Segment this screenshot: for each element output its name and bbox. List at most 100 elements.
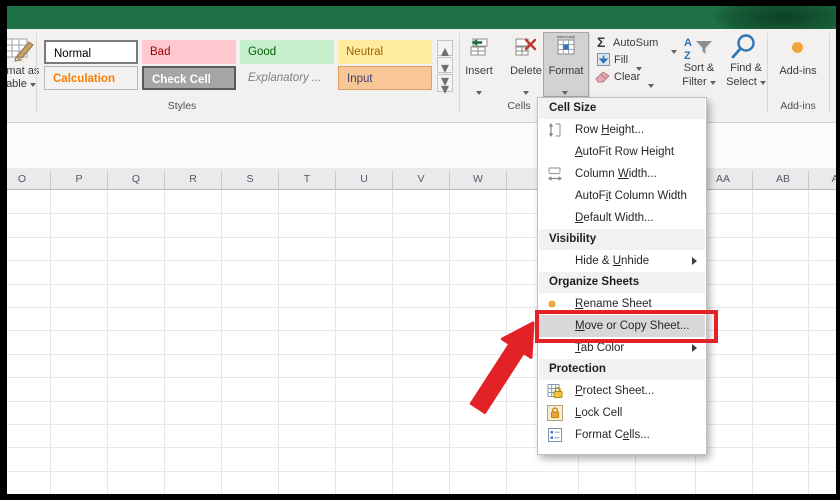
style-explanatory[interactable]: Explanatory ... [240,66,334,90]
style-bad[interactable]: Bad [142,40,236,64]
gridline-vertical [808,190,809,494]
format-as-table-label-line2[interactable]: able [7,78,49,90]
column-header-q[interactable]: Q [132,168,140,190]
ribbon: rmat as able NormalBadGoodNeutral Calcula… [7,29,836,123]
protect-sheet-icon [547,383,563,399]
title-bar [7,6,836,29]
column-header-ab[interactable]: AB [776,168,790,190]
sort-filter-icon: A Z [683,35,715,63]
menu-section-protection: Protection [539,359,705,380]
gridline-vertical [164,190,165,494]
gridline-horizontal [7,377,836,378]
menu-item-hide-unhide[interactable]: Hide & Unhide [539,250,705,272]
autosum-sigma-icon: Σ [597,34,610,50]
gridline-vertical [392,190,393,494]
gridline-vertical [278,190,279,494]
menu-item-lock-cell[interactable]: Lock Cell [539,402,705,424]
column-divider [164,171,165,190]
format-button[interactable]: Format [541,65,591,78]
add-ins-group-label: Add-ins [773,99,823,113]
style-normal[interactable]: Normal [44,40,138,64]
column-divider [506,171,507,190]
format-dropdown-menu: Cell SizeRow Height...AutoFit Row Height… [537,97,707,455]
gridline-horizontal [7,284,836,285]
lock-icon [547,405,563,421]
column-divider [752,171,753,190]
column-width-icon [547,166,563,182]
style-neutral[interactable]: Neutral [338,40,432,64]
group-separator [829,33,830,113]
column-header-aa[interactable]: AA [716,168,730,190]
menu-item-autofit-column-width[interactable]: AutoFit Column Width [539,185,705,207]
column-header-r[interactable]: R [189,168,197,190]
gridline-vertical [335,190,336,494]
gridline-vertical [449,190,450,494]
column-divider [449,171,450,190]
autosum-button[interactable]: AutoSum [613,37,658,49]
clear-dropdown-chevron[interactable] [648,75,654,93]
svg-text:A: A [684,37,692,49]
insert-button[interactable]: Insert [454,65,504,78]
gallery-more-button[interactable]: ▾▾ [437,74,453,92]
format-cells-icon [547,427,563,443]
gallery-scroll-down-button[interactable]: ▾ [437,57,453,73]
menu-section-organize-sheets: Organize Sheets [539,272,705,293]
column-divider [278,171,279,190]
menu-section-visibility: Visibility [539,229,705,250]
gridline-horizontal [7,424,836,425]
menu-item-default-width[interactable]: Default Width... [539,207,705,229]
fill-button[interactable]: Fill [614,54,628,66]
column-divider [392,171,393,190]
column-divider [335,171,336,190]
style-calculation[interactable]: Calculation [44,66,138,90]
column-header-p[interactable]: P [75,168,82,190]
column-divider [107,171,108,190]
menu-item-format-cells[interactable]: Format Cells... [539,424,705,446]
gridline-horizontal [7,213,836,214]
column-divider [50,171,51,190]
blank-strip [7,123,836,168]
insert-dropdown-chevron[interactable] [476,82,482,100]
row-height-icon [547,122,563,138]
gridline-horizontal [7,447,836,448]
menu-item-column-width[interactable]: Column Width... [539,163,705,185]
style-input[interactable]: Input [338,66,432,90]
gridline-horizontal [7,471,836,472]
menu-section-cell-size: Cell Size [539,98,705,119]
style-good[interactable]: Good [240,40,334,64]
column-header-u[interactable]: U [360,168,368,190]
column-header-s[interactable]: S [246,168,253,190]
annotation-red-box [535,310,718,343]
column-header-a-partial[interactable]: A [831,168,836,190]
gallery-scroll-up-button[interactable]: ▴ [437,40,453,56]
format-cells-ribbon-icon [555,34,577,58]
gridline-vertical [221,190,222,494]
column-header-w[interactable]: W [473,168,483,190]
gridline-vertical [506,190,507,494]
column-header-v[interactable]: V [417,168,424,190]
column-header-t[interactable]: T [304,168,310,190]
column-divider [221,171,222,190]
menu-item-row-height[interactable]: Row Height... [539,119,705,141]
gridline-horizontal [7,307,836,308]
format-as-table-label-line1[interactable]: rmat as [7,65,49,77]
clear-eraser-icon [595,70,610,83]
submenu-arrow-icon [692,344,697,352]
insert-cells-icon [468,36,490,58]
gridline-vertical [752,190,753,494]
styles-group-label: Styles [137,99,227,113]
autosum-dropdown-chevron[interactable] [671,41,677,59]
gridline-horizontal [7,354,836,355]
add-ins-button[interactable]: Add-ins [773,65,823,78]
clear-button[interactable]: Clear [614,71,640,83]
style-check-cell[interactable]: Check Cell [142,66,236,90]
gridline-horizontal [7,237,836,238]
column-header-o[interactable]: O [18,168,26,190]
menu-item-autofit-row-height[interactable]: AutoFit Row Height [539,141,705,163]
delete-dropdown-chevron[interactable] [523,82,529,100]
fill-icon [597,53,610,66]
column-header-row[interactable]: O P Q R S T U V W AA AB A [7,168,836,190]
menu-item-protect-sheet[interactable]: Protect Sheet... [539,380,705,402]
svg-text:Z: Z [684,50,691,62]
excel-window: rmat as able NormalBadGoodNeutral Calcula… [7,6,836,494]
